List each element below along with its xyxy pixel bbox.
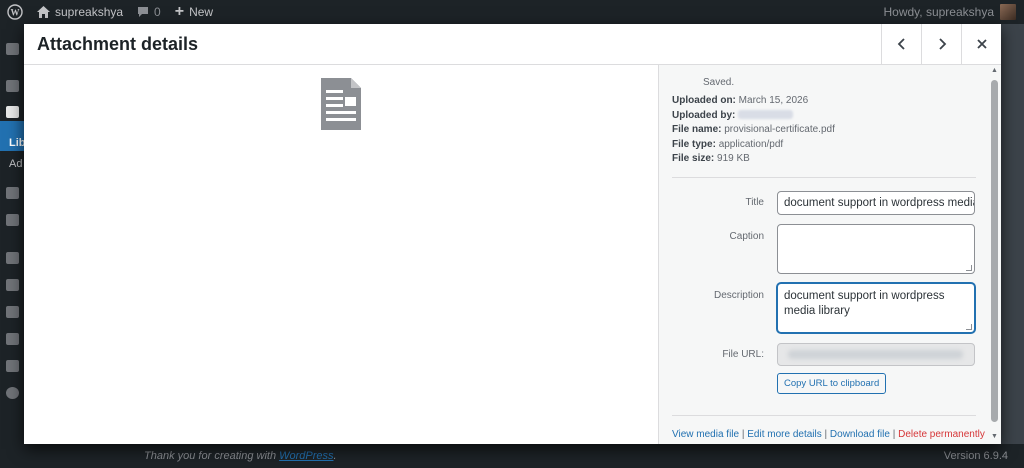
details-divider	[672, 177, 976, 178]
collapse-icon[interactable]	[6, 387, 19, 399]
uploaded-by-row: Uploaded by:	[672, 109, 835, 124]
footer-thanks-text: Thank you for creating with	[144, 450, 277, 462]
file-type-row: File type: application/pdf	[672, 138, 784, 150]
appearance-icon[interactable]	[6, 252, 19, 264]
footer-thanks-suffix: .	[333, 450, 337, 462]
greeting-text: Howdy, supreakshya	[883, 5, 995, 19]
saved-status: Saved.	[703, 77, 735, 88]
edit-more-details-link[interactable]: Edit more details	[747, 429, 821, 440]
close-modal-button[interactable]	[961, 24, 1001, 64]
uploaded-on-value: March 15, 2026	[738, 95, 809, 106]
next-attachment-button[interactable]	[921, 24, 961, 64]
svg-text:W: W	[11, 8, 20, 18]
home-icon	[37, 6, 50, 18]
attachment-preview	[24, 65, 658, 444]
comment-icon	[138, 7, 149, 17]
file-name-value: provisional-certificate.pdf	[724, 124, 835, 135]
wordpress-link[interactable]: WordPress	[279, 450, 333, 462]
resize-handle-icon[interactable]	[966, 265, 972, 271]
settings-icon[interactable]	[6, 360, 19, 372]
resize-handle-icon[interactable]	[966, 324, 972, 330]
previous-attachment-button[interactable]	[881, 24, 921, 64]
dashboard-icon[interactable]	[6, 43, 19, 55]
comments-count: 0	[154, 5, 161, 19]
delete-permanently-link[interactable]: Delete permanently	[898, 429, 985, 440]
pin-icon[interactable]	[6, 80, 19, 92]
plugins-icon[interactable]	[6, 279, 19, 291]
document-icon	[321, 78, 361, 130]
scrollbar-thumb[interactable]	[991, 80, 998, 422]
version-text: Version 6.9.4	[943, 450, 1008, 462]
wordpress-logo-icon: W	[7, 4, 23, 20]
comments-link[interactable]: 0	[130, 0, 168, 24]
caption-label: Caption	[729, 231, 764, 242]
new-label: New	[189, 5, 214, 19]
caption-textarea[interactable]	[777, 224, 975, 274]
file-details: Uploaded on: March 15, 2026 Uploaded by:…	[672, 94, 835, 167]
chevron-left-icon	[897, 38, 905, 50]
file-size-row: File size: 919 KB	[672, 153, 750, 164]
my-account-link[interactable]: Howdy, supreakshya	[884, 4, 1024, 20]
modal-title: Attachment details	[37, 34, 199, 54]
file-name-row: File name: provisional-certificate.pdf	[672, 124, 835, 135]
file-url-redacted	[788, 350, 963, 359]
title-label: Title	[745, 197, 764, 208]
copy-url-button[interactable]: Copy URL to clipboard	[777, 373, 887, 394]
admin-menu: Lib Ad	[0, 24, 26, 468]
media-icon	[6, 106, 19, 118]
admin-bar: W supreakshya 0 + New Howdy, supreakshya	[0, 0, 1024, 24]
attachment-actions: View media file | Edit more details | Do…	[672, 429, 985, 440]
close-icon	[976, 39, 987, 49]
attachment-details-modal: Attachment details Saved. Uploaded on: M…	[24, 24, 1001, 444]
add-media-menu-label[interactable]: Ad	[9, 158, 22, 170]
uploaded-by-redacted	[738, 110, 794, 120]
scroll-up-arrow-icon[interactable]: ▲	[990, 67, 999, 75]
title-input[interactable]: document support in wordpress media libr…	[777, 191, 975, 215]
pages-icon[interactable]	[6, 187, 19, 199]
file-size-value: 919 KB	[717, 153, 750, 164]
scroll-down-arrow-icon[interactable]: ▼	[990, 433, 999, 441]
uploaded-on-row: Uploaded on: March 15, 2026	[672, 95, 809, 106]
modal-header: Attachment details	[24, 24, 1001, 65]
view-media-file-link[interactable]: View media file	[672, 429, 739, 440]
attachment-info-sidebar: Saved. Uploaded on: March 15, 2026 Uploa…	[658, 65, 1001, 444]
action-separator: |	[824, 429, 828, 440]
users-icon[interactable]	[6, 306, 19, 318]
action-separator: |	[741, 429, 745, 440]
file-url-input[interactable]	[777, 343, 975, 366]
tools-icon[interactable]	[6, 333, 19, 345]
action-separator: |	[892, 429, 896, 440]
avatar	[1000, 4, 1016, 20]
admin-footer: Thank you for creating with WordPress . …	[128, 444, 1024, 468]
file-type-value: application/pdf	[718, 138, 784, 150]
description-textarea[interactable]: document support in wordpress media libr…	[777, 283, 975, 333]
site-name: supreakshya	[55, 5, 124, 19]
site-name-link[interactable]: supreakshya	[30, 0, 130, 24]
plus-icon: +	[174, 3, 185, 20]
actions-divider	[672, 415, 976, 416]
description-label: Description	[713, 290, 764, 301]
sidebar-scrollbar[interactable]: ▲ ▼	[990, 67, 999, 442]
new-content-link[interactable]: + New	[168, 0, 220, 24]
comments-menu-icon[interactable]	[6, 214, 19, 226]
download-file-link[interactable]: Download file	[830, 429, 890, 440]
chevron-right-icon	[938, 38, 946, 50]
wordpress-logo-button[interactable]: W	[0, 0, 30, 24]
file-url-label: File URL:	[722, 349, 764, 360]
